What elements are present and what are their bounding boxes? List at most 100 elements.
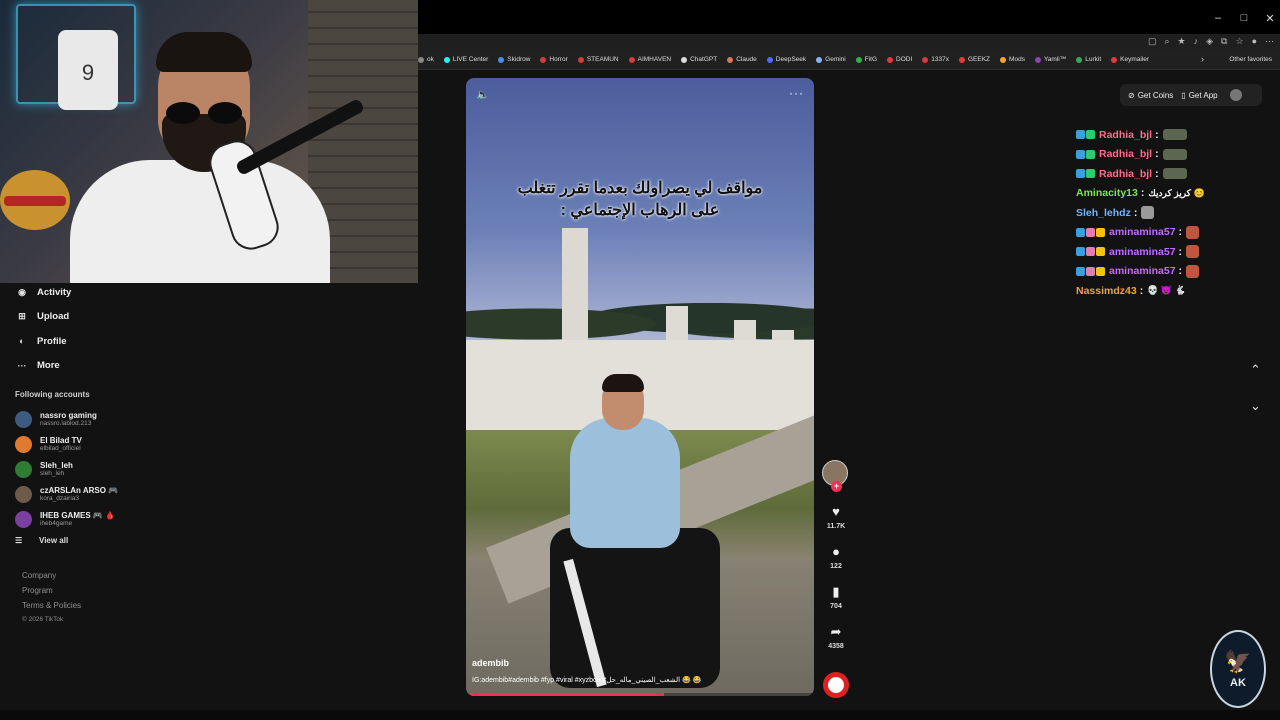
chat-username: Radhia_bjl	[1099, 167, 1153, 180]
bookmark-favicon-icon	[1076, 56, 1083, 63]
video-progress-bar[interactable]	[466, 693, 814, 696]
bookmark-item[interactable]: Gemini	[816, 56, 846, 63]
stream-chat-overlay: Radhia_bjl: Radhia_bjl: Radhia_bjl: Aminaci…	[1076, 125, 1276, 301]
heart-icon: ♥	[832, 504, 840, 519]
upload-icon: ⊞	[18, 311, 26, 322]
chat-emote-icon	[1141, 206, 1155, 220]
bookmark-favicon-icon	[540, 56, 547, 63]
extensions-icon[interactable]: ⧉	[1221, 36, 1227, 47]
get-app-label: Get App	[1188, 90, 1218, 100]
other-favorites-link[interactable]: Other favorites	[1229, 56, 1272, 63]
webcam-overlay: 9	[0, 0, 418, 283]
sidebar-item-upload[interactable]: ⊞ Upload	[0, 305, 200, 330]
browser-toolbar-icons: ▢ ⌕ ★ ♪ ◈ ⧉ ☆ ● ⋯	[1148, 36, 1274, 47]
bookmark-label: Mods	[1009, 56, 1025, 63]
menu-icon[interactable]: ⋯	[1265, 36, 1274, 47]
video-author[interactable]: adembib	[472, 658, 509, 668]
video-player[interactable]: مواقف لي يصراولك بعدما تقرر تتغلب على ال…	[466, 78, 814, 696]
bookmark-item[interactable]: DeepSeek	[766, 56, 806, 63]
bookmark-item[interactable]: GEEKZ	[959, 56, 990, 63]
share-icon: ➦	[830, 624, 842, 639]
maximize-button[interactable]: □	[1238, 12, 1250, 25]
bookmark-label: ChatGPT	[690, 56, 718, 63]
close-button[interactable]: ✕	[1264, 12, 1276, 25]
bookmark-item[interactable]: DODI	[887, 56, 912, 63]
favorites-icon[interactable]: ☆	[1235, 36, 1243, 47]
chat-username: Sleh_lehdz	[1076, 206, 1131, 219]
chat-message: Radhia_bjl:	[1076, 145, 1276, 165]
follow-plus-icon[interactable]: +	[831, 481, 842, 492]
sidebar-item-more[interactable]: ··· More	[0, 354, 200, 379]
following-account[interactable]: El Bilad TV elbilad_officiel	[15, 432, 195, 457]
music-disc-icon[interactable]	[823, 672, 849, 698]
sidebar-item-activity[interactable]: ◉ Activity	[0, 280, 200, 305]
minimize-button[interactable]: –	[1212, 12, 1224, 25]
bookmark-item[interactable]: LIVE Center	[443, 56, 489, 63]
bookmark-label: LIVE Center	[452, 56, 489, 63]
bookmark-item[interactable]: Skidrow	[498, 56, 530, 63]
bookmark-item[interactable]: Keymailer	[1111, 56, 1149, 63]
get-app-button[interactable]: ▯ Get App	[1181, 91, 1217, 100]
chevron-down-icon[interactable]: ⌄	[1250, 398, 1261, 414]
bookmark-item[interactable]: AIMHAVEN	[628, 56, 672, 63]
account-handle: nassro.lablod.213	[40, 420, 92, 427]
creator-avatar[interactable]: +	[822, 460, 848, 492]
like-button[interactable]: ♥ 11.7K	[822, 504, 850, 530]
account-name: IHEB GAMES 🎮 🩸	[40, 511, 116, 520]
footer-link-program[interactable]: Program	[22, 586, 81, 601]
footer-link-company[interactable]: Company	[22, 571, 81, 586]
extension-icon[interactable]: ◈	[1206, 36, 1213, 47]
read-aloud-icon[interactable]: ♪	[1194, 36, 1199, 47]
share-button[interactable]: ➦ 4358	[822, 624, 850, 650]
bookmark-item[interactable]: Mods	[1000, 56, 1025, 63]
bookmark-item[interactable]: Yamli™	[1034, 56, 1066, 63]
bookmark-item[interactable]: STEAMUN	[577, 56, 619, 63]
bookmark-icon: ▮	[832, 584, 840, 599]
bookmark-item[interactable]: ChatGPT	[681, 56, 717, 63]
video-person	[550, 374, 730, 696]
bookmark-item[interactable]: ok	[418, 56, 434, 63]
bookmark-label: AIMHAVEN	[637, 56, 672, 63]
bottom-edge	[0, 710, 1280, 720]
bookmark-item[interactable]: FitG	[855, 56, 877, 63]
chat-message: Sleh_lehdz:	[1076, 203, 1276, 223]
video-trees	[466, 288, 814, 348]
avatar	[15, 436, 32, 453]
bookmark-item[interactable]: 1337x	[922, 56, 949, 63]
video-description: IG:adembib#adembib #fyp #viral #xyzbca #…	[472, 677, 702, 684]
chat-badge-icon	[1076, 149, 1085, 159]
bookmark-item[interactable]: Horror	[540, 56, 568, 63]
following-account[interactable]: IHEB GAMES 🎮 🩸 iheb4game	[15, 507, 195, 532]
chevron-up-icon[interactable]: ⌃	[1250, 362, 1261, 378]
following-account[interactable]: czARSLAn ARSO 🎮 kora_dzairia3	[15, 482, 195, 507]
bookmark-label: Skidrow	[507, 56, 531, 63]
comment-button[interactable]: ● 122	[822, 544, 850, 570]
save-button[interactable]: ▮ 704	[822, 584, 850, 610]
chat-badges	[1076, 149, 1095, 159]
tab-icon[interactable]: ▢	[1148, 36, 1157, 47]
following-account[interactable]: Sleh_leh sleh_leh	[15, 457, 195, 482]
coin-icon: ⊘	[1128, 90, 1135, 100]
chat-message: aminamina57:	[1076, 242, 1276, 262]
bookmark-item[interactable]: Lurkit	[1076, 56, 1101, 63]
chevron-right-icon[interactable]: ›	[1201, 54, 1204, 64]
bookmark-label: DODI	[896, 56, 913, 63]
zoom-icon[interactable]: ⌕	[1165, 36, 1170, 47]
address-bar[interactable]: ▢ ⌕ ★ ♪ ◈ ⧉ ☆ ● ⋯	[418, 34, 1280, 50]
bookmark-item[interactable]: Claude	[727, 56, 757, 63]
account-handle: elbilad_officiel	[40, 445, 81, 452]
get-coins-button[interactable]: ⊘ Get Coins	[1128, 91, 1173, 100]
account-name: El Bilad TV	[40, 436, 82, 445]
footer-link-terms[interactable]: Terms & Policies	[22, 601, 81, 616]
comment-icon: ●	[832, 544, 840, 559]
user-avatar[interactable]	[1229, 89, 1242, 101]
volume-icon[interactable]: 🔈	[476, 88, 490, 101]
more-options-icon[interactable]: ···	[789, 86, 804, 100]
following-account[interactable]: nassro gaming nassro.lablod.213	[15, 407, 195, 432]
sidebar-item-profile[interactable]: ◐ Profile	[0, 329, 200, 354]
star-icon[interactable]: ★	[1178, 36, 1186, 47]
profile-icon[interactable]: ●	[1252, 36, 1257, 47]
chat-emote-icon	[1186, 264, 1200, 278]
view-all-link[interactable]: ☰ View all	[15, 536, 68, 545]
chat-badges	[1076, 247, 1105, 257]
